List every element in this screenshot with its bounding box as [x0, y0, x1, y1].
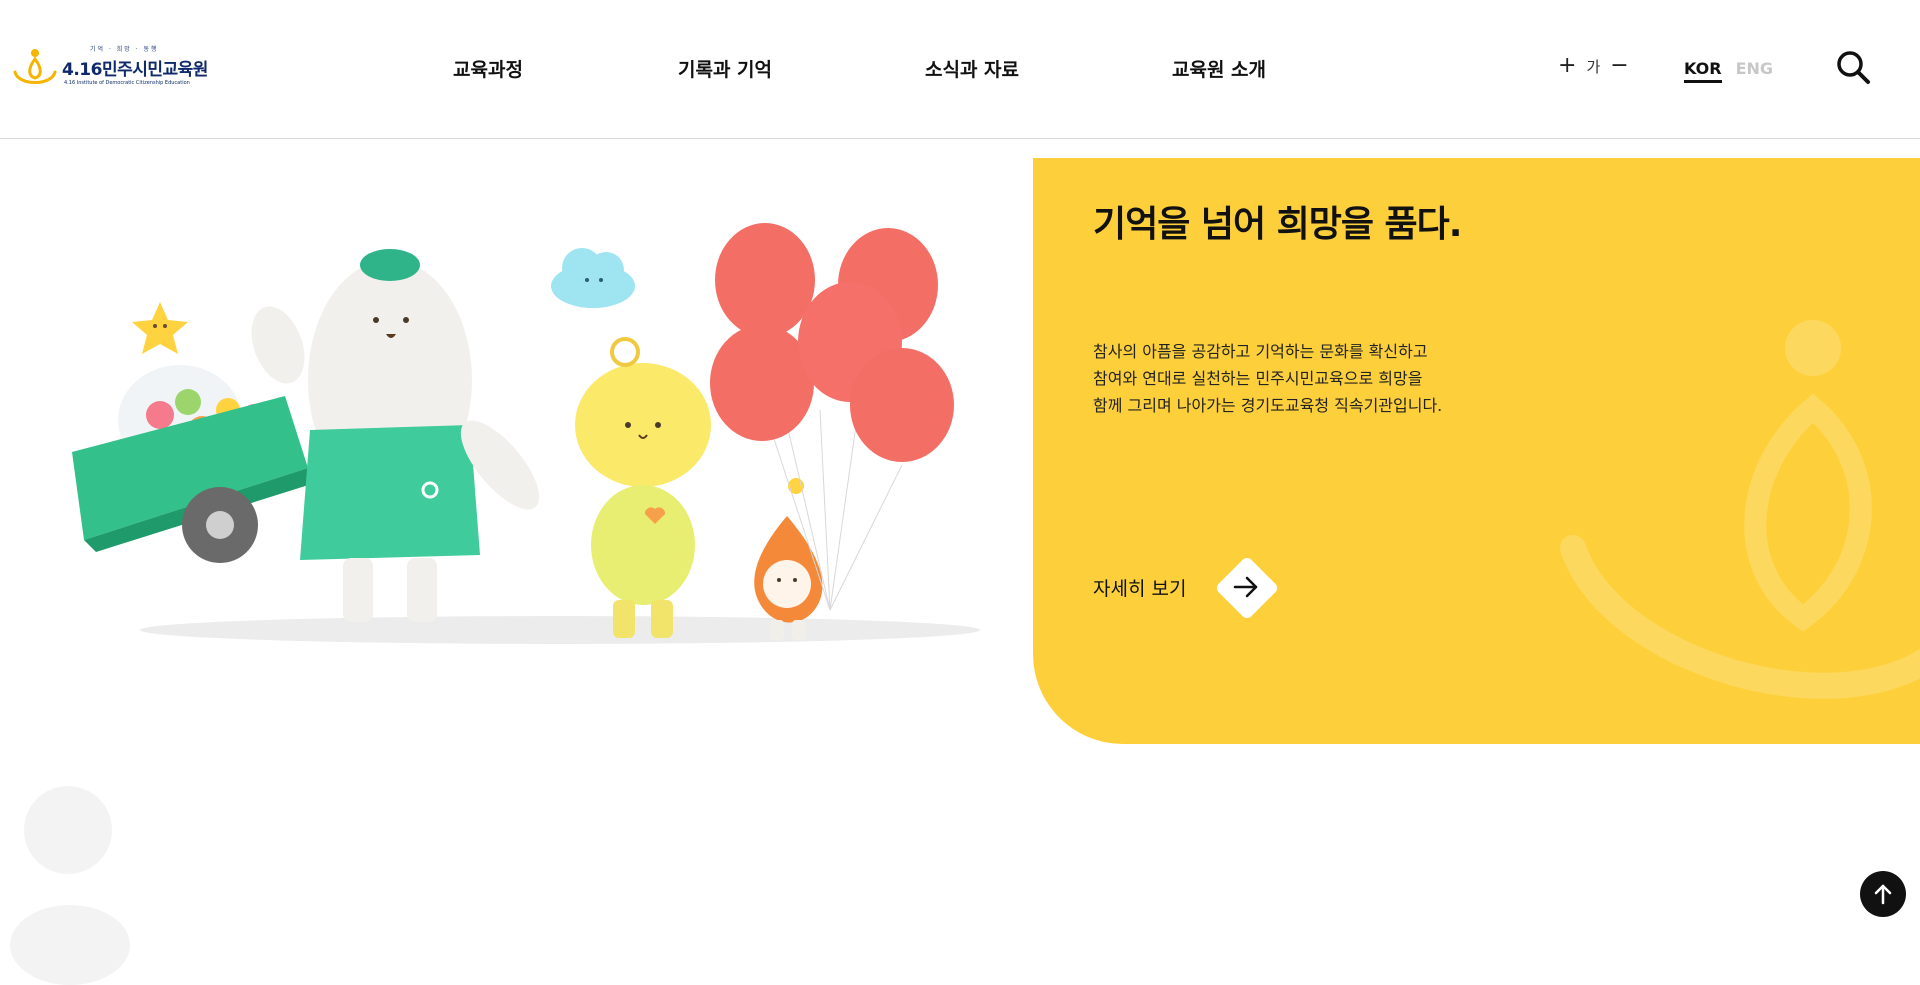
font-size-control: + 가 − [1558, 55, 1629, 77]
decor-circle [24, 786, 112, 874]
mascot-drop [754, 478, 823, 640]
hero-description-line: 함께 그리며 나아가는 경기도교육청 직속기관입니다. [1093, 396, 1443, 415]
site-header: 기억 · 희망 · 동행 4.16민주시민교육원 4.16 Institute … [0, 0, 1920, 139]
font-decrease-button[interactable]: − [1610, 55, 1628, 77]
hero-description-line: 참여와 연대로 실천하는 민주시민교육으로 희망을 [1093, 369, 1423, 388]
more-link[interactable]: 자세히 보기 [1093, 551, 1282, 623]
cloud-character [551, 248, 635, 308]
hero-description-line: 참사의 아픔을 공감하고 기억하는 문화를 확신하고 [1093, 342, 1428, 361]
language-switch: KOR ENG [1684, 59, 1773, 83]
balloons [710, 223, 954, 611]
font-increase-button[interactable]: + [1558, 55, 1576, 77]
search-icon[interactable] [1834, 48, 1872, 86]
logo-subtitle: 4.16 Institute of Democratic Citizenship… [64, 80, 190, 86]
arrow-right-icon [1234, 576, 1258, 598]
cart-with-hearts [72, 365, 318, 563]
back-to-top-button[interactable] [1860, 871, 1906, 917]
nav-item-news[interactable]: 소식과 자료 [925, 55, 1019, 82]
nav-item-records[interactable]: 기록과 기억 [678, 55, 772, 82]
font-size-label: 가 [1586, 57, 1601, 76]
arrow-up-icon [1874, 884, 1892, 905]
logo-name: 4.16민주시민교육원 [62, 60, 208, 80]
more-label: 자세히 보기 [1093, 577, 1187, 600]
mascot-child [575, 337, 711, 638]
hero-illustration [72, 223, 980, 644]
logo-tagline: 기억 · 희망 · 동행 [90, 46, 159, 53]
lang-kor-button[interactable]: KOR [1684, 59, 1722, 83]
lang-eng-button[interactable]: ENG [1736, 59, 1773, 83]
site-logo[interactable]: 기억 · 희망 · 동행 4.16민주시민교육원 4.16 Institute … [12, 44, 208, 90]
logo-mark-icon [13, 49, 57, 84]
hero-decor-mark-icon [1560, 320, 1920, 699]
nav-item-about[interactable]: 교육원 소개 [1172, 55, 1266, 82]
hero-title: 기억을 넘어 희망을 품다. [1093, 204, 1462, 245]
hero-description: 참사의 아픔을 공감하고 기억하는 문화를 확신하고 참여와 연대로 실천하는 … [1093, 338, 1513, 419]
more-button[interactable] [1210, 551, 1282, 623]
nav-item-courses[interactable]: 교육과정 [453, 55, 523, 82]
decor-circle [10, 905, 130, 985]
